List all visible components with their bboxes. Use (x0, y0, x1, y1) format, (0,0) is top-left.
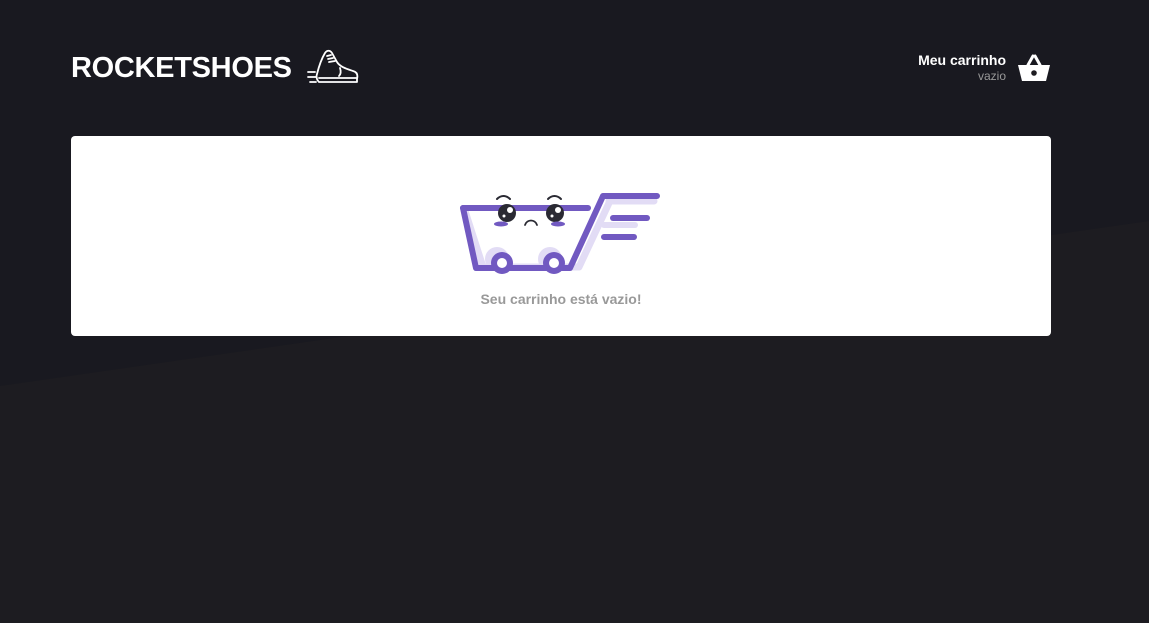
cart-title: Meu carrinho (918, 52, 1006, 68)
empty-cart-message: Seu carrinho está vazio! (480, 291, 642, 307)
shopping-basket-icon (1018, 54, 1050, 81)
cart-count: vazio (977, 69, 1006, 83)
sneaker-icon (306, 49, 358, 83)
cart-link[interactable]: Meu carrinho vazio (918, 52, 1051, 84)
logo-text: ROCKETSHOES (71, 51, 292, 84)
header: ROCKETSHOES Meu carrinho vazio (71, 40, 1051, 96)
cart-container: Seu carrinho está vazio! (71, 136, 1051, 336)
logo-link[interactable]: ROCKETSHOES (71, 48, 359, 88)
cart-summary: Meu carrinho vazio (918, 52, 1006, 84)
sad-shopping-cart-icon (460, 193, 660, 274)
